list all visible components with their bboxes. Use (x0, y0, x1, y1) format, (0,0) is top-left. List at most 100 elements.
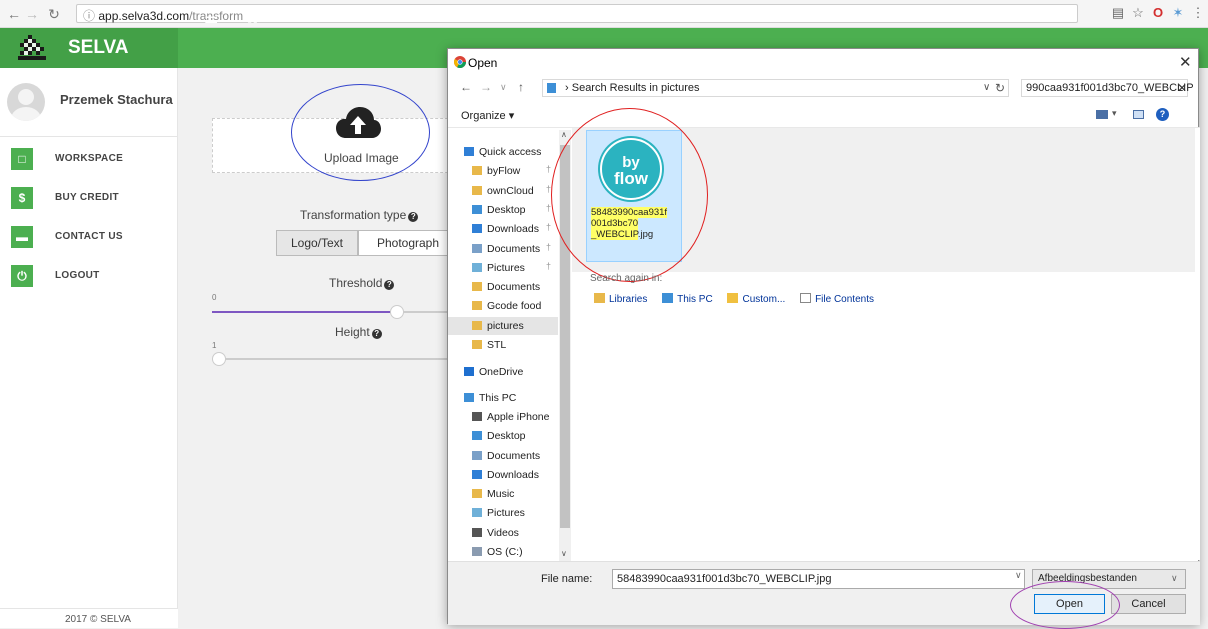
nav-item[interactable]: Desktop (472, 427, 526, 445)
nav-item-label: pictures (487, 319, 524, 332)
pin-icon[interactable]: † (546, 222, 551, 232)
sidebar-item-label: LOGOUT (55, 270, 100, 281)
nav-item[interactable]: byFlow (472, 162, 520, 180)
nav-item-label: Pictures (487, 507, 525, 520)
nav-item[interactable]: ownCloud (472, 182, 534, 200)
nav-item-label: Downloads (487, 223, 539, 236)
reload-icon[interactable]: ↻ (46, 5, 62, 23)
nav-item[interactable]: Pictures (472, 259, 525, 277)
documents-folder-icon (472, 243, 482, 253)
nav-item[interactable]: This PC (464, 389, 516, 407)
cancel-button[interactable]: Cancel (1111, 594, 1186, 614)
pin-icon[interactable]: † (546, 184, 551, 194)
search-location-file-contents[interactable]: File Contents (800, 293, 874, 305)
sidebar-item-logout[interactable]: ⏻ LOGOUT (0, 265, 178, 291)
forward-icon[interactable]: → (24, 5, 40, 23)
view-dropdown-icon[interactable]: ▾ (1112, 108, 1117, 119)
nav-item-label: Pictures (487, 261, 525, 274)
documents-folder-icon (472, 450, 482, 460)
scroll-down-icon[interactable]: ∨ (561, 549, 567, 558)
help-icon[interactable]: ? (371, 329, 382, 339)
nav-item[interactable]: Downloads (472, 466, 539, 484)
pictures-folder-icon (472, 262, 482, 272)
nav-item[interactable]: Pictures (472, 504, 525, 522)
address-dropdown-icon[interactable]: ∨ (983, 82, 990, 93)
extension-icon[interactable]: ✶ (1170, 5, 1186, 21)
nav-item[interactable]: STL (472, 336, 506, 354)
sidebar-item-contact-us[interactable]: ▬ CONTACT US (0, 226, 178, 252)
dialog-search-value: 990caa931f001d3bc70_WEBCLIP (1026, 82, 1194, 94)
scroll-up-icon[interactable]: ∧ (561, 130, 567, 139)
up-icon[interactable]: ↑ (518, 80, 524, 94)
nav-item[interactable]: Documents (472, 447, 540, 465)
nav-item[interactable]: Gcode food (472, 297, 541, 315)
file-name-label: File name: (541, 573, 593, 585)
avatar (7, 83, 45, 121)
threshold-slider-fill (212, 311, 397, 313)
organize-menu[interactable]: Organize ▾ (461, 109, 514, 122)
sidebar-item-label: BUY CREDIT (55, 192, 119, 203)
opera-icon[interactable]: O (1150, 5, 1166, 21)
photograph-toggle-button[interactable]: Photograph (358, 230, 458, 256)
help-icon[interactable]: ? (408, 212, 419, 222)
nav-item[interactable]: Downloads (472, 220, 539, 238)
search-again-locations: Libraries This PC Custom... File Content… (594, 293, 886, 305)
sidebar-item-workspace[interactable]: □ WORKSPACE (0, 148, 178, 174)
preview-pane-icon[interactable] (1133, 110, 1144, 119)
pin-icon[interactable]: † (546, 164, 551, 174)
nav-item[interactable]: Videos (472, 524, 519, 542)
refresh-icon[interactable]: ↻ (995, 81, 1005, 95)
selva-logo-icon (18, 35, 46, 60)
search-location-libraries[interactable]: Libraries (594, 293, 647, 305)
height-min-value: 1 (212, 341, 217, 350)
hamburger-menu-icon[interactable]: ☰ (204, 11, 218, 27)
nav-item[interactable]: Desktop (472, 201, 526, 219)
clear-search-icon[interactable]: ✕ (1177, 81, 1187, 95)
search-location-this-pc[interactable]: This PC (662, 293, 713, 305)
file-name-input[interactable]: 58483990caa931f001d3bc70_WEBCLIP.jpg (612, 569, 1025, 589)
close-icon[interactable]: ✕ (1179, 53, 1192, 71)
menu-kebab-icon[interactable]: ⋮ (1190, 5, 1206, 21)
recent-locations-icon[interactable]: ∨ (500, 82, 507, 93)
desktop-folder-icon (472, 431, 482, 441)
nav-item-label: Apple iPhone (487, 410, 550, 423)
sidebar-item-buy-credit[interactable]: $ BUY CREDIT (0, 187, 178, 213)
nav-item[interactable]: Documents (472, 240, 540, 258)
back-icon[interactable]: ← (460, 80, 472, 94)
file-type-dropdown-icon[interactable]: ∨ (1171, 573, 1178, 584)
nav-item[interactable]: Music (472, 485, 514, 503)
forward-icon[interactable]: → (480, 80, 492, 94)
dialog-search-input[interactable]: 990caa931f001d3bc70_WEBCLIP ✕ (1021, 79, 1194, 97)
logo-text-toggle-button[interactable]: Logo/Text (276, 230, 358, 256)
brand-area[interactable]: SELVA (0, 28, 178, 68)
search-location-custom[interactable]: Custom... (727, 293, 785, 305)
fullscreen-icon[interactable]: ⛶ (248, 11, 257, 27)
dialog-address-bar[interactable]: › Search Results in pictures ∨ ↻ (542, 79, 1009, 97)
nav-item[interactable]: OS (C:) (472, 543, 523, 561)
pin-icon[interactable]: † (546, 203, 551, 213)
nav-item[interactable]: pictures (448, 316, 558, 335)
threshold-min-value: 0 (212, 293, 217, 302)
nav-item-label: STL (487, 339, 507, 351)
back-icon[interactable]: ← (6, 5, 22, 23)
pin-icon[interactable]: † (546, 261, 551, 271)
bookmark-star-icon[interactable]: ☆ (1130, 5, 1146, 21)
custom-folder-icon (727, 293, 739, 303)
pin-icon[interactable]: † (546, 242, 551, 252)
height-slider-track[interactable] (212, 358, 458, 360)
nav-item[interactable]: OneDrive (464, 363, 523, 381)
phone-icon (472, 411, 482, 421)
help-icon[interactable]: ? (1156, 108, 1169, 121)
view-options-icon[interactable] (1096, 110, 1108, 119)
power-icon: ⏻ (11, 265, 33, 287)
threshold-slider-handle[interactable] (389, 305, 404, 319)
nav-item[interactable]: Quick access (464, 143, 541, 161)
file-name-dropdown-icon[interactable]: ∨ (1015, 570, 1022, 581)
address-bar[interactable]: ⓘ app.selva3d.com/transform (76, 4, 1078, 23)
folder-icon (472, 185, 482, 195)
height-slider-handle[interactable] (212, 352, 226, 366)
nav-item[interactable]: Documents (472, 278, 540, 296)
nav-item[interactable]: Apple iPhone (472, 408, 549, 426)
translate-icon[interactable]: ▤ (1110, 5, 1126, 21)
help-icon[interactable]: ? (384, 280, 395, 290)
